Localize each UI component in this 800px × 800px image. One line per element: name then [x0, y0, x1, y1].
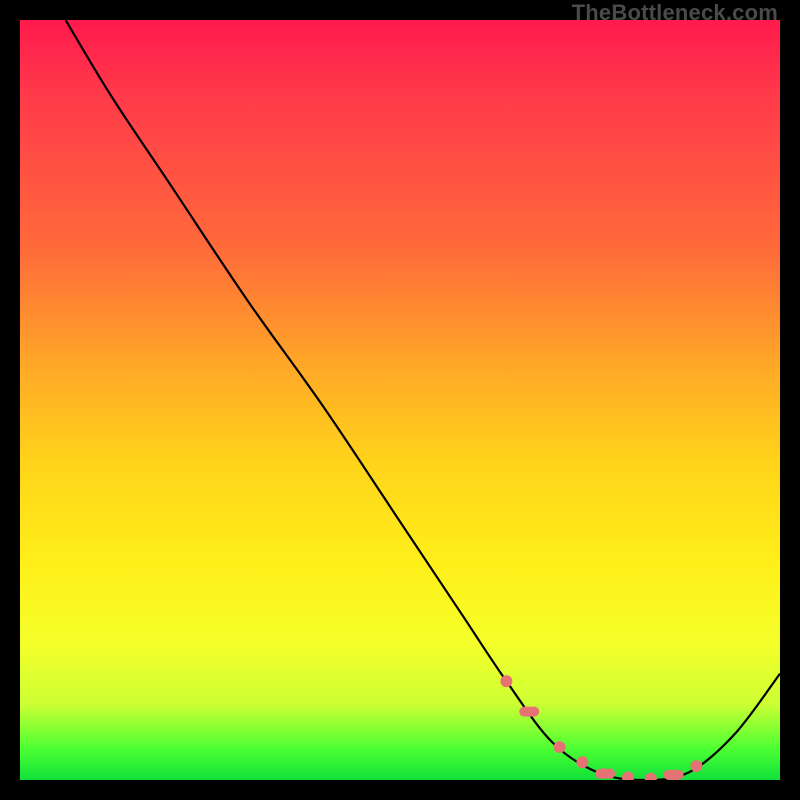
optimum-dot — [622, 771, 634, 780]
chart-container: TheBottleneck.com — [0, 0, 800, 800]
optimum-pill — [664, 770, 684, 780]
optimum-dot — [645, 773, 657, 780]
optimum-dot — [500, 675, 512, 687]
curve-svg — [20, 20, 780, 780]
optimum-markers — [500, 675, 702, 780]
optimum-dot — [554, 741, 566, 753]
bottleneck-curve — [66, 20, 780, 780]
optimum-dot — [576, 756, 588, 768]
optimum-pill — [519, 707, 539, 717]
optimum-dot — [690, 760, 702, 772]
plot-area — [20, 20, 780, 780]
optimum-pill — [595, 769, 615, 779]
